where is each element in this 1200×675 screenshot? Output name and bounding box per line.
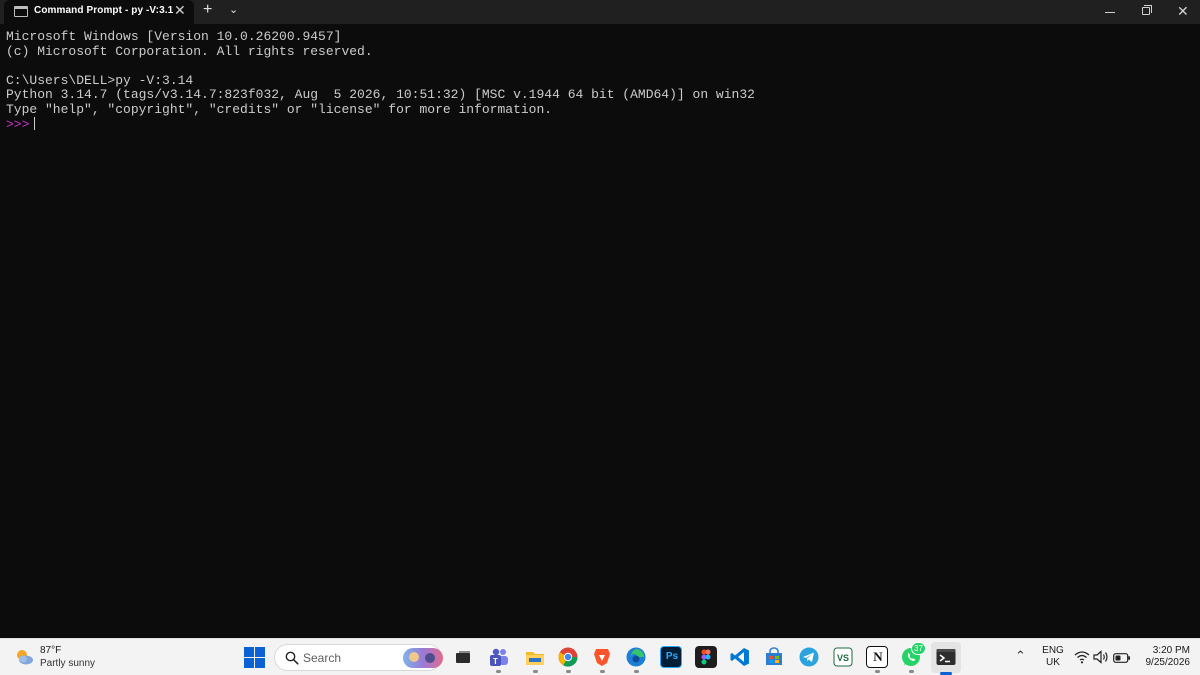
clock-time: 3:20 PM bbox=[1152, 645, 1190, 656]
running-indicator bbox=[496, 670, 501, 673]
svg-text:VS: VS bbox=[837, 653, 849, 663]
partly-sunny-icon bbox=[17, 650, 33, 665]
weather-temperature: 87°F bbox=[40, 645, 62, 656]
restore-button[interactable] bbox=[1129, 0, 1163, 24]
title-bar: Command Prompt - py -V:3.1 ✕ + ⌄ ✕ bbox=[0, 0, 1200, 24]
vs-app[interactable]: VS bbox=[832, 646, 854, 668]
windows-logo-icon bbox=[244, 647, 254, 657]
language-code: ENG bbox=[1042, 645, 1064, 656]
running-indicator bbox=[533, 670, 538, 673]
python-prompt: >>> bbox=[6, 117, 30, 132]
chrome-app[interactable] bbox=[557, 646, 579, 668]
close-icon: ✕ bbox=[1177, 3, 1189, 19]
notification-badge: 37 bbox=[911, 642, 926, 655]
tab-title: Command Prompt - py -V:3.1 bbox=[34, 5, 174, 16]
console-line: C:\Users\DELL>py -V:3.14 bbox=[6, 72, 194, 88]
telegram-app[interactable] bbox=[798, 646, 820, 668]
minimize-button[interactable] bbox=[1093, 0, 1127, 24]
windows-logo-icon bbox=[244, 658, 254, 668]
running-indicator bbox=[566, 670, 571, 673]
battery-icon bbox=[1113, 653, 1130, 663]
running-indicator bbox=[909, 670, 914, 673]
tab-close-button[interactable]: ✕ bbox=[174, 2, 186, 19]
chrome-icon bbox=[558, 647, 578, 667]
folder-icon bbox=[526, 652, 544, 665]
store-icon bbox=[766, 647, 782, 665]
teams-icon: T bbox=[490, 648, 508, 666]
search-placeholder: Search bbox=[303, 651, 342, 665]
taskbar: 87°F Partly sunny Search T Ps VS N 37 ⌃ … bbox=[0, 638, 1200, 675]
minimize-icon bbox=[1105, 12, 1115, 13]
vs-app-icon: VS bbox=[833, 647, 853, 667]
volume-icon bbox=[1093, 650, 1108, 664]
figma-app[interactable] bbox=[695, 646, 717, 668]
text-cursor bbox=[34, 117, 36, 130]
telegram-icon bbox=[799, 647, 819, 667]
brave-icon bbox=[594, 649, 610, 666]
console-line: Microsoft Windows [Version 10.0.26200.94… bbox=[6, 29, 342, 44]
running-indicator bbox=[600, 670, 605, 673]
tab-dropdown-button[interactable]: ⌄ bbox=[229, 3, 238, 16]
start-button[interactable] bbox=[244, 647, 265, 668]
tab-command-prompt[interactable]: Command Prompt - py -V:3.1 ✕ bbox=[4, 0, 194, 24]
photoshop-icon: Ps bbox=[665, 651, 679, 662]
console-window-icon bbox=[14, 6, 28, 17]
file-explorer-app[interactable] bbox=[524, 646, 546, 668]
photoshop-app[interactable]: Ps bbox=[660, 646, 682, 668]
restore-icon bbox=[1142, 5, 1152, 15]
terminal-icon bbox=[936, 649, 956, 665]
task-view-icon bbox=[456, 651, 470, 663]
edge-icon bbox=[626, 647, 646, 667]
console-line: Python 3.14.7 (tags/v3.14.7:823f032, Aug… bbox=[6, 87, 755, 102]
vscode-app[interactable] bbox=[729, 646, 751, 668]
teams-app[interactable]: T bbox=[488, 646, 510, 668]
search-highlight-icon bbox=[403, 648, 443, 668]
notion-icon: N bbox=[873, 649, 883, 664]
brave-app[interactable] bbox=[591, 646, 613, 668]
vscode-icon bbox=[730, 648, 749, 666]
running-indicator bbox=[634, 670, 639, 673]
terminal-app[interactable] bbox=[935, 646, 957, 668]
prompt-line[interactable]: >>> bbox=[6, 117, 1194, 132]
windows-logo-icon bbox=[255, 658, 265, 668]
clock[interactable]: 3:20 PM 9/25/2026 bbox=[1138, 645, 1191, 669]
task-view-button[interactable] bbox=[452, 646, 474, 668]
close-window-button[interactable]: ✕ bbox=[1166, 0, 1200, 24]
wifi-icon bbox=[1074, 651, 1090, 664]
show-hidden-icons-button[interactable]: ⌃ bbox=[1015, 648, 1026, 664]
svg-text:T: T bbox=[493, 657, 498, 666]
windows-logo-icon bbox=[255, 647, 265, 657]
search-icon bbox=[285, 651, 299, 665]
figma-icon bbox=[701, 649, 711, 665]
clock-date: 9/25/2026 bbox=[1145, 657, 1191, 668]
console-line: (c) Microsoft Corporation. All rights re… bbox=[6, 43, 373, 59]
new-tab-button[interactable]: + bbox=[203, 1, 212, 19]
taskbar-search[interactable]: Search bbox=[274, 644, 443, 671]
console-output[interactable]: Microsoft Windows [Version 10.0.26200.94… bbox=[0, 24, 1200, 638]
running-indicator bbox=[875, 670, 880, 673]
store-app[interactable] bbox=[763, 646, 785, 668]
notion-app[interactable]: N bbox=[866, 646, 888, 668]
console-line: Type "help", "copyright", "credits" or "… bbox=[6, 101, 553, 117]
edge-app[interactable] bbox=[625, 646, 647, 668]
language-indicator[interactable]: ENG UK bbox=[1040, 645, 1066, 669]
keyboard-region: UK bbox=[1046, 657, 1060, 668]
weather-condition: Partly sunny bbox=[40, 658, 96, 669]
